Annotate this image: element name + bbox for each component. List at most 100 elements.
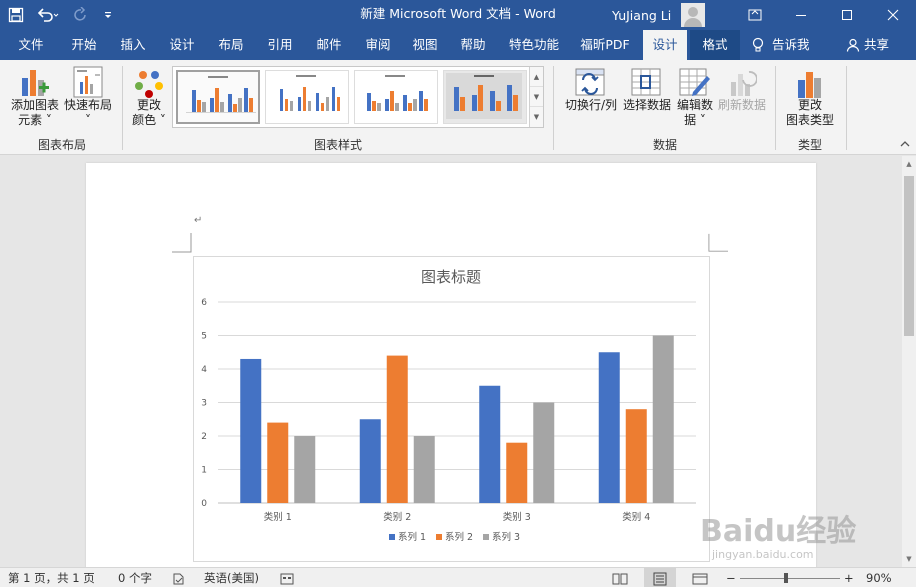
print-layout-icon (653, 572, 667, 585)
collapse-ribbon-button[interactable] (900, 140, 910, 151)
tab-foxit-pdf[interactable]: 福昕PDF (578, 30, 632, 60)
quick-layout-button[interactable]: 快速布局 ˅ (62, 64, 114, 128)
scroll-thumb[interactable] (904, 176, 914, 336)
tab-chart-design[interactable]: 设计 (643, 30, 687, 60)
avatar[interactable] (681, 3, 706, 27)
tab-file[interactable]: 文件 (16, 30, 46, 60)
undo-icon (37, 8, 59, 22)
user-account[interactable]: YuJiang Li (612, 0, 706, 30)
legend-label[interactable]: 系列 2 (445, 531, 473, 543)
bar-series-1[interactable] (598, 352, 620, 503)
tab-review[interactable]: 审阅 (362, 30, 394, 60)
bar-series-3[interactable] (533, 402, 555, 504)
bar-series-1[interactable] (479, 385, 501, 503)
chart-title[interactable]: 图表标题 (421, 268, 481, 286)
undo-button[interactable] (32, 0, 64, 30)
switch-row-column-icon (575, 68, 605, 96)
quick-access-toolbar (0, 0, 120, 30)
tab-insert[interactable]: 插入 (117, 30, 149, 60)
chart-canvas: 图表标题 0 1 2 3 4 5 6 类别 1 类别 2 类别 3 类别 4 系列 1 系列 2 系列 3 (201, 268, 696, 543)
bar-series-2[interactable] (625, 409, 647, 503)
change-chart-type-button[interactable]: 更改 图表类型 (782, 64, 838, 128)
user-name: YuJiang Li (612, 7, 672, 23)
legend-swatch (436, 534, 442, 540)
web-layout-icon (692, 573, 708, 584)
gallery-scroll-down-button[interactable]: ▼ (530, 87, 543, 107)
redo-icon (74, 7, 86, 21)
scroll-up-button[interactable]: ▲ (902, 156, 916, 172)
tab-view[interactable]: 视图 (409, 30, 441, 60)
bar-series-2[interactable] (506, 442, 528, 503)
chart-style-4[interactable] (443, 70, 527, 124)
add-chart-element-button[interactable]: 添加图表 元素 ˅ (8, 64, 62, 128)
gallery-more-button[interactable]: ▼ (530, 107, 543, 127)
ribbon-display-options-button[interactable] (732, 0, 778, 30)
tab-mailings[interactable]: 邮件 (313, 30, 345, 60)
minimize-button[interactable] (778, 0, 824, 30)
chart-style-2[interactable] (265, 70, 349, 124)
word-count[interactable]: 0 个字 (118, 568, 152, 587)
web-layout-button[interactable] (692, 568, 708, 587)
share-button[interactable]: 共享 (846, 30, 896, 60)
save-button[interactable] (0, 0, 32, 30)
switch-row-column-button[interactable]: 切换行/列 (562, 64, 620, 113)
chart-style-1[interactable] (176, 70, 260, 124)
chart[interactable]: 图表标题 0 1 2 3 4 5 6 类别 1 类别 2 类别 3 类别 4 系列 1 系列 2 系列 3 (193, 256, 710, 562)
gallery-scroll-up-button[interactable]: ▲ (530, 67, 543, 87)
share-label: 共享 (864, 37, 890, 52)
zoom-out-button[interactable]: − (726, 568, 736, 587)
proofing-status[interactable] (172, 568, 186, 587)
x-tick-label: 类别 1 (264, 511, 292, 523)
y-tick-label: 2 (201, 432, 207, 442)
bar-series-1[interactable] (359, 419, 381, 503)
bar-series-3[interactable] (652, 335, 674, 504)
refresh-data-button[interactable]: 刷新数据 (716, 64, 768, 113)
zoom-slider[interactable] (740, 578, 840, 579)
zoom-slider-thumb[interactable] (784, 573, 788, 583)
scroll-down-button[interactable]: ▼ (902, 551, 916, 567)
tab-design[interactable]: 设计 (166, 30, 198, 60)
bar-series-2[interactable] (267, 422, 289, 503)
close-button[interactable] (870, 0, 916, 30)
bar-series-2[interactable] (386, 355, 408, 503)
legend-swatch (483, 534, 489, 540)
read-mode-button[interactable] (612, 568, 628, 587)
vertical-scrollbar[interactable]: ▲ ▼ (902, 156, 916, 567)
print-layout-button[interactable] (644, 568, 676, 587)
legend-label[interactable]: 系列 3 (492, 531, 520, 543)
ribbon-separator (553, 66, 554, 150)
ribbon-tabs: 文件 开始 插入 设计 布局 引用 邮件 审阅 视图 帮助 特色功能 福昕PDF… (0, 30, 916, 60)
zoom-in-button[interactable]: + (844, 568, 854, 587)
bar-series-3[interactable] (413, 436, 435, 503)
tab-layout[interactable]: 布局 (215, 30, 247, 60)
tab-chart-format[interactable]: 格式 (690, 30, 740, 60)
tab-help[interactable]: 帮助 (457, 30, 489, 60)
edit-data-icon (679, 68, 710, 96)
edit-data-button[interactable]: 编辑数 据 ˅ (674, 64, 716, 128)
tab-home[interactable]: 开始 (68, 30, 100, 60)
zoom-level[interactable]: 90% (866, 568, 892, 587)
change-colors-button[interactable]: 更改 颜色 ˅ (128, 64, 170, 128)
chart-style-3[interactable] (354, 70, 438, 124)
bar-series-3[interactable] (294, 436, 316, 503)
tab-special-features[interactable]: 特色功能 (505, 30, 563, 60)
legend-label[interactable]: 系列 1 (398, 531, 426, 543)
select-data-button[interactable]: 选择数据 (620, 64, 674, 113)
group-label-chart-styles: 图表样式 (313, 138, 362, 152)
redo-button[interactable] (64, 0, 96, 30)
ribbon-separator (775, 66, 776, 150)
ribbon: 添加图表 元素 ˅ 快速布局 ˅ 图表布局 更改 颜色 ˅ ▲ ▼ ▼ 图表样式… (0, 60, 916, 155)
status-bar: 第 1 页，共 1 页 0 个字 英语(美国) − + 90% (0, 567, 916, 587)
maximize-button[interactable] (824, 0, 870, 30)
page-count[interactable]: 第 1 页，共 1 页 (8, 568, 95, 587)
language-status[interactable]: 英语(美国) (204, 568, 259, 587)
minimize-icon (796, 15, 806, 16)
book-icon (612, 573, 628, 584)
customize-qat-button[interactable] (96, 0, 120, 30)
legend-swatch (389, 534, 395, 540)
tab-references[interactable]: 引用 (264, 30, 296, 60)
bar-series-1[interactable] (240, 358, 262, 503)
macro-status[interactable] (280, 568, 294, 587)
save-icon (8, 7, 24, 23)
tell-me-search[interactable]: 告诉我 (752, 30, 818, 60)
